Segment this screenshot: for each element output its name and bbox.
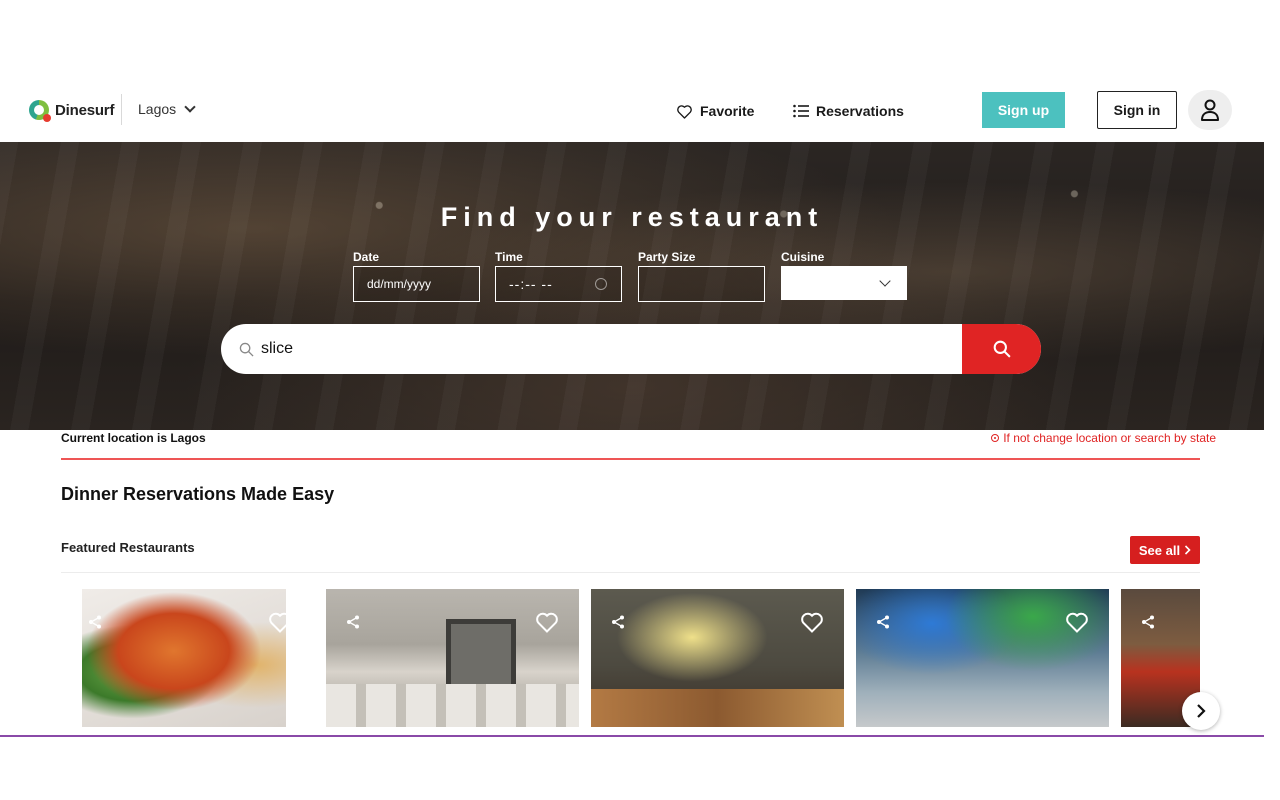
city-selector[interactable]: Lagos (138, 101, 196, 117)
share-icon[interactable] (88, 615, 102, 634)
chevron-down-icon (879, 275, 891, 287)
hero-title: Find your restaurant (440, 202, 824, 232)
party-size-field: Party Size (638, 250, 765, 302)
brand-name: Dinesurf (55, 101, 115, 119)
time-label: Time (495, 250, 523, 264)
see-all-button[interactable]: See all (1130, 536, 1200, 564)
heart-icon (677, 104, 692, 119)
heart-icon[interactable] (800, 611, 824, 638)
search-button[interactable] (962, 324, 1041, 374)
divider (61, 572, 1200, 573)
share-icon[interactable] (611, 615, 625, 634)
party-size-label: Party Size (638, 250, 696, 264)
date-field: Date dd/mm/yyyy (353, 250, 480, 302)
restaurant-card[interactable] (82, 589, 286, 727)
search-icon (993, 340, 1011, 358)
search-bar (221, 324, 1041, 374)
section-title: Dinner Reservations Made Easy (61, 484, 335, 504)
sign-in-button[interactable]: Sign in (1097, 91, 1177, 129)
share-icon[interactable] (346, 615, 360, 634)
nav-favorite[interactable]: Favorite (676, 103, 754, 119)
chevron-down-icon (184, 101, 196, 113)
chevron-right-icon (1185, 545, 1191, 555)
time-placeholder: --:-- -- (509, 276, 553, 292)
chevron-right-icon (1197, 704, 1206, 718)
header-divider (121, 94, 122, 125)
hero-banner: Find your restaurant Date dd/mm/yyyy Tim… (0, 142, 1264, 430)
heart-icon[interactable] (268, 611, 286, 638)
search-icon (237, 340, 255, 358)
nav-favorite-label: Favorite (700, 103, 755, 119)
cuisine-label: Cuisine (781, 250, 825, 264)
location-pin-icon (991, 434, 1000, 442)
change-location-label: If not change location or search by stat… (1003, 431, 1216, 445)
carousel-next-button[interactable] (1182, 692, 1220, 730)
nav-reservations[interactable]: Reservations (793, 103, 904, 119)
time-field: Time --:-- -- (495, 250, 622, 302)
clock-icon (595, 278, 607, 290)
sign-up-button[interactable]: Sign up (982, 92, 1065, 128)
city-label: Lagos (138, 101, 177, 117)
party-size-input[interactable] (638, 266, 765, 302)
heart-icon[interactable] (1065, 611, 1089, 638)
heart-icon[interactable] (535, 611, 559, 638)
see-all-label: See all (1138, 542, 1181, 558)
nav-reservations-label: Reservations (816, 103, 904, 119)
cuisine-field: Cuisine (781, 250, 908, 300)
top-header: Dinesurf Lagos Favorite Reservations Sig… (0, 87, 1264, 142)
restaurant-card[interactable] (326, 589, 579, 727)
restaurant-carousel (61, 589, 1200, 729)
list-icon (793, 104, 809, 118)
share-icon[interactable] (876, 615, 890, 634)
bottom-divider (0, 735, 1264, 737)
current-location-text: Current location is Lagos (61, 431, 206, 445)
divider (61, 458, 1200, 460)
cuisine-select[interactable] (781, 266, 907, 300)
user-account-button[interactable] (1188, 90, 1232, 130)
featured-restaurants-title: Featured Restaurants (61, 540, 195, 555)
user-icon (1201, 99, 1219, 121)
brand-logo[interactable]: Dinesurf (29, 100, 115, 122)
date-input[interactable]: dd/mm/yyyy (353, 266, 480, 302)
restaurant-card[interactable] (591, 589, 844, 727)
time-input[interactable]: --:-- -- (495, 266, 622, 302)
search-input[interactable] (255, 324, 962, 374)
date-label: Date (353, 250, 380, 264)
share-icon[interactable] (1141, 615, 1155, 634)
logo-icon (29, 100, 51, 122)
change-location-link[interactable]: If not change location or search by stat… (991, 431, 1216, 445)
restaurant-card[interactable] (856, 589, 1109, 727)
